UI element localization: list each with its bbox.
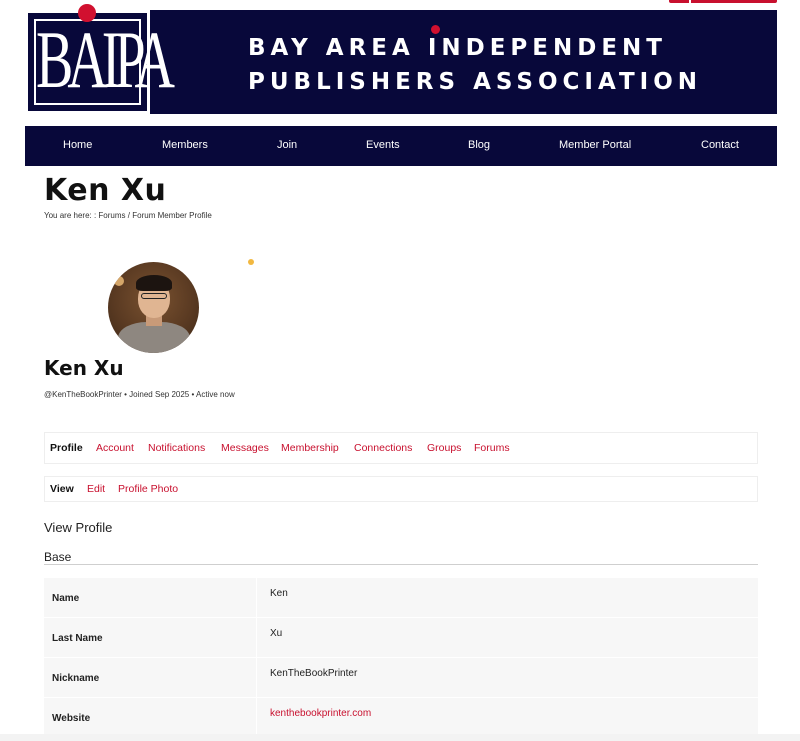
field-value: Ken xyxy=(270,588,288,599)
tab-connections[interactable]: Connections xyxy=(354,442,412,454)
subtab-edit[interactable]: Edit xyxy=(87,483,105,495)
avatar-background-light xyxy=(114,276,124,286)
tab-membership[interactable]: Membership xyxy=(281,442,339,454)
nav-join[interactable]: Join xyxy=(277,139,297,151)
column-divider xyxy=(256,578,257,617)
table-row: Last Name Xu xyxy=(44,618,758,658)
member-display-name: Ken Xu xyxy=(44,356,124,380)
column-divider xyxy=(256,658,257,697)
field-value: Xu xyxy=(270,628,283,639)
section-title: View Profile xyxy=(44,520,113,535)
tab-groups[interactable]: Groups xyxy=(427,442,461,454)
breadcrumb-separator: / xyxy=(127,211,131,220)
avatar-hair xyxy=(136,275,172,291)
main-nav: Home Members Join Events Blog Member Por… xyxy=(25,126,777,166)
tab-forums[interactable]: Forums xyxy=(474,442,510,454)
tab-messages[interactable]: Messages xyxy=(221,442,269,454)
field-value: KenTheBookPrinter xyxy=(270,668,358,679)
avatar-shirt xyxy=(118,322,190,353)
tab-notifications[interactable]: Notifications xyxy=(148,442,205,454)
online-status-dot xyxy=(248,259,254,265)
table-row: Nickname KenTheBookPrinter xyxy=(44,658,758,698)
avatar[interactable] xyxy=(108,262,199,353)
table-row: Name Ken xyxy=(44,578,758,618)
column-divider xyxy=(256,698,257,737)
profile-primary-tabs: Profile Account Notifications Messages M… xyxy=(44,432,758,464)
field-label: Last Name xyxy=(52,633,103,644)
title-red-dot xyxy=(431,25,440,34)
top-utility-tab[interactable] xyxy=(669,0,777,3)
baipa-logo[interactable]: BAIPA xyxy=(25,4,175,114)
breadcrumb: You are here: : Forums / Forum Member Pr… xyxy=(44,211,212,220)
site-title-line-1: BAY AREA INDEPENDENT xyxy=(248,35,667,61)
field-group-title: Base xyxy=(44,550,72,564)
field-label: Nickname xyxy=(52,673,100,684)
nav-blog[interactable]: Blog xyxy=(468,139,490,151)
nav-home[interactable]: Home xyxy=(63,139,92,151)
column-divider xyxy=(256,618,257,657)
field-label: Website xyxy=(52,713,91,724)
nav-members[interactable]: Members xyxy=(162,139,208,151)
breadcrumb-prefix: You are here: : xyxy=(44,211,97,220)
site-title-line-2: PUBLISHERS ASSOCIATION xyxy=(248,69,703,95)
nav-member-portal[interactable]: Member Portal xyxy=(559,139,631,151)
field-group-divider xyxy=(44,564,758,565)
nav-events[interactable]: Events xyxy=(366,139,400,151)
avatar-glasses xyxy=(141,293,167,299)
page-title: Ken Xu xyxy=(44,173,167,208)
subtab-profile-photo[interactable]: Profile Photo xyxy=(118,483,178,495)
breadcrumb-forums-link[interactable]: Forums xyxy=(98,211,125,220)
logo-mark: BAIPA xyxy=(28,13,175,111)
profile-secondary-tabs: View Edit Profile Photo xyxy=(44,476,758,502)
tab-profile[interactable]: Profile xyxy=(50,442,83,454)
site-header-banner: BAIPA BAY AREA INDEPENDENT PUBLISHERS AS… xyxy=(25,4,777,114)
member-meta: @KenTheBookPrinter • Joined Sep 2025 • A… xyxy=(44,390,235,399)
logo-text: BAIPA xyxy=(36,15,175,106)
logo-red-dot xyxy=(78,4,96,22)
page-bottom-edge xyxy=(0,734,800,741)
website-link[interactable]: kenthebookprinter.com xyxy=(270,708,371,719)
table-row: Website kenthebookprinter.com xyxy=(44,698,758,738)
breadcrumb-current: Forum Member Profile xyxy=(132,211,212,220)
field-label: Name xyxy=(52,593,80,604)
nav-contact[interactable]: Contact xyxy=(701,139,739,151)
tab-account[interactable]: Account xyxy=(96,442,134,454)
subtab-view[interactable]: View xyxy=(50,483,74,495)
